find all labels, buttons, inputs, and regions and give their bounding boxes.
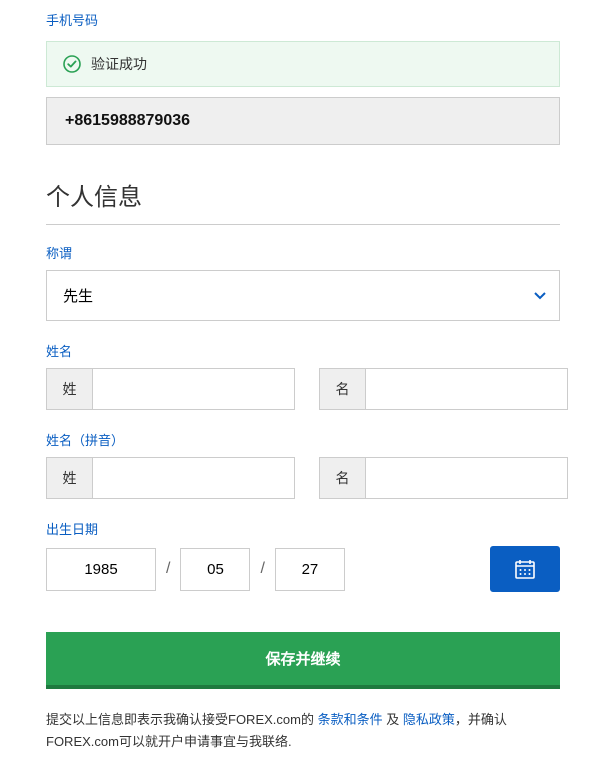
given-name-input[interactable] <box>365 368 568 410</box>
surname-pinyin-field: 姓 <box>46 457 295 499</box>
name-pinyin-field-group: 姓名（拼音） 姓 名 <box>46 430 560 499</box>
dob-separator: / <box>260 560 264 578</box>
dob-separator: / <box>166 560 170 578</box>
surname-pinyin-input[interactable] <box>92 457 295 499</box>
salutation-select[interactable]: 先生 <box>46 270 560 321</box>
salutation-value: 先生 <box>63 288 93 305</box>
given-name-pinyin-field: 名 <box>319 457 568 499</box>
surname-prefix-label: 姓 <box>46 368 92 410</box>
surname-field: 姓 <box>46 368 295 410</box>
salutation-field: 称谓 先生 <box>46 243 560 321</box>
name-label: 姓名 <box>46 341 560 360</box>
given-prefix-label: 名 <box>319 368 365 410</box>
dob-day-input[interactable] <box>275 548 345 591</box>
disclaimer-text: 提交以上信息即表示我确认接受FOREX.com的 条款和条件 及 隐私政策，并确… <box>46 709 560 773</box>
phone-label: 手机号码 <box>46 10 560 29</box>
name-pinyin-label: 姓名（拼音） <box>46 430 560 449</box>
calendar-button[interactable] <box>490 546 560 592</box>
phone-value-display: +8615988879036 <box>46 97 560 145</box>
surname-pinyin-prefix-label: 姓 <box>46 457 92 499</box>
calendar-icon <box>513 557 537 581</box>
salutation-label: 称谓 <box>46 243 560 262</box>
given-pinyin-prefix-label: 名 <box>319 457 365 499</box>
verification-success-banner: 验证成功 <box>46 41 560 87</box>
save-continue-button[interactable]: 保存并继续 <box>46 632 560 689</box>
dob-month-input[interactable] <box>180 548 250 591</box>
given-name-pinyin-input[interactable] <box>365 457 568 499</box>
dob-label: 出生日期 <box>46 519 560 538</box>
dob-year-input[interactable] <box>46 548 156 591</box>
surname-input[interactable] <box>92 368 295 410</box>
dob-field-group: 出生日期 / / <box>46 519 560 592</box>
section-divider <box>46 224 560 225</box>
phone-section: 手机号码 验证成功 +8615988879036 <box>46 10 560 145</box>
personal-info-heading: 个人信息 <box>46 177 560 212</box>
given-name-field: 名 <box>319 368 568 410</box>
check-circle-icon <box>63 55 81 73</box>
verification-success-text: 验证成功 <box>91 54 147 74</box>
name-field-group: 姓名 姓 名 <box>46 341 560 410</box>
